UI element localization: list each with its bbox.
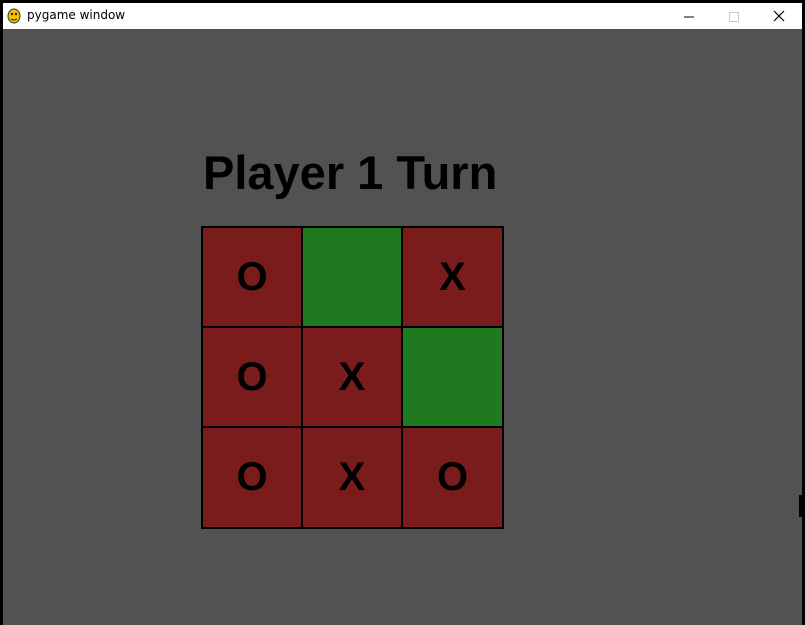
close-button[interactable] [756, 3, 802, 29]
board-cell-r0-c1[interactable] [301, 226, 403, 328]
pygame-icon [6, 7, 22, 24]
window-title: pygame window [27, 8, 126, 22]
board-cell-r2-c1[interactable]: X [301, 426, 403, 529]
board-cell-r1-c1[interactable]: X [301, 326, 403, 428]
pygame-window: pygame window Player 1 Turn OXOXOXO [3, 3, 802, 625]
title-bar[interactable]: pygame window [3, 3, 802, 29]
board-cell-r0-c0[interactable]: O [201, 226, 303, 328]
board-cell-r0-c2[interactable]: X [401, 226, 504, 328]
turn-status-heading: Player 1 Turn [203, 146, 498, 199]
close-icon [773, 7, 785, 26]
board-cell-r2-c0[interactable]: O [201, 426, 303, 529]
board-cell-r1-c0[interactable]: O [201, 326, 303, 428]
game-canvas[interactable]: Player 1 Turn OXOXOXO [3, 29, 802, 625]
board-cell-r2-c2[interactable]: O [401, 426, 504, 529]
tic-tac-toe-board: OXOXOXO [201, 226, 504, 529]
maximize-icon [729, 7, 739, 26]
minimize-icon [684, 7, 694, 26]
window-edge-artifact [799, 495, 805, 517]
board-cell-r1-c2[interactable] [401, 326, 504, 428]
minimize-button[interactable] [666, 3, 712, 29]
maximize-button[interactable] [711, 3, 757, 29]
